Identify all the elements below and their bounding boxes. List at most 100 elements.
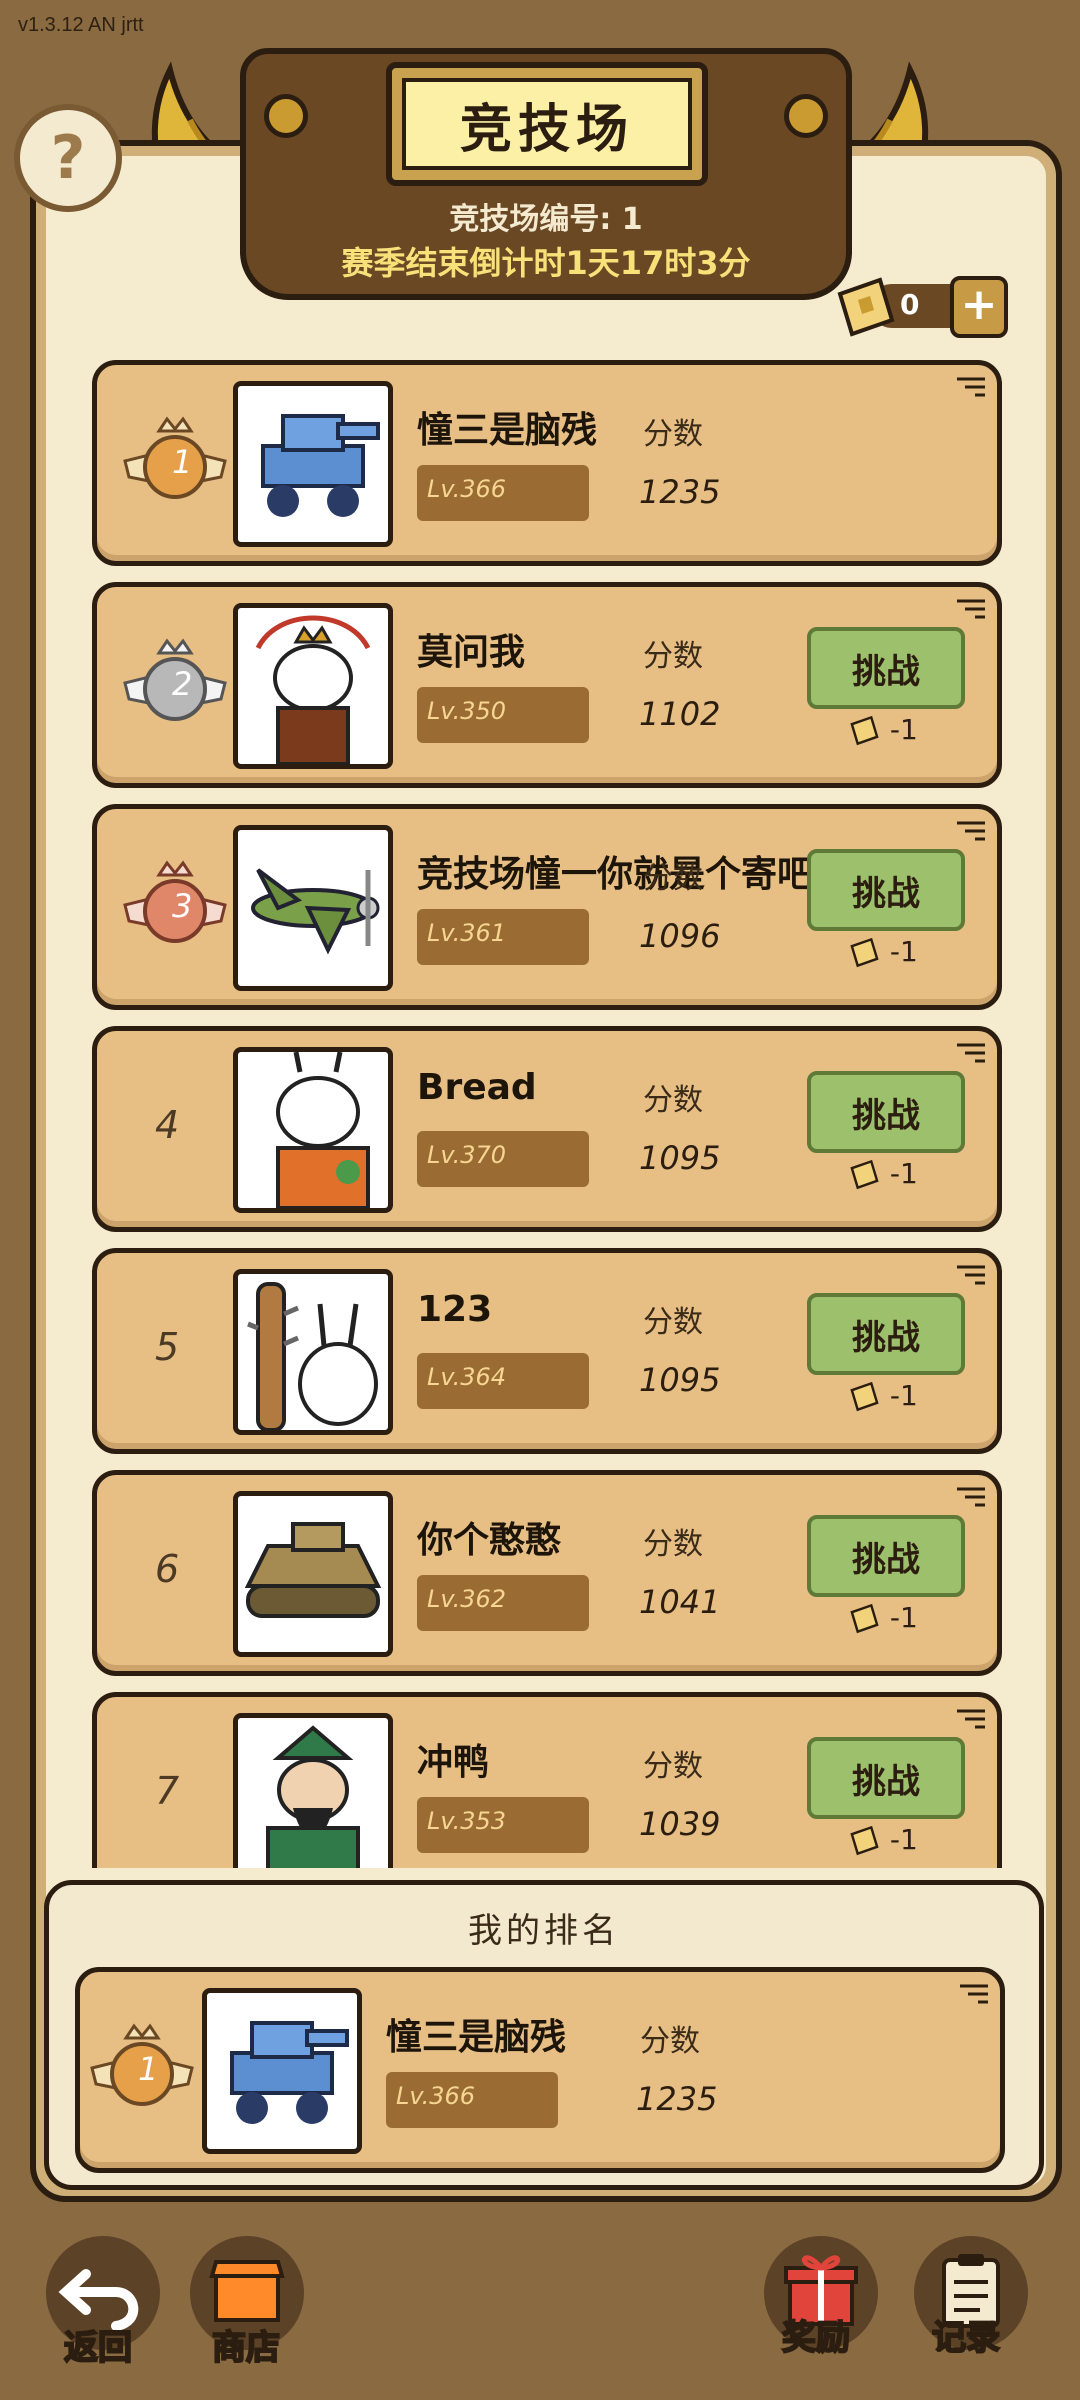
player-level: Lv.350: [427, 697, 507, 725]
challenge-cost: -1: [847, 713, 918, 747]
help-button[interactable]: ?: [14, 104, 122, 212]
avatar[interactable]: [233, 603, 393, 769]
rank-number: 7: [155, 1769, 180, 1813]
player-name: 冲鸭: [417, 1742, 490, 1783]
rank-card[interactable]: 5 123 Lv.364 分数 1095 挑战 -1: [92, 1248, 1002, 1454]
my-ranking-title: 我的排名: [468, 1911, 620, 1951]
ranking-list[interactable]: 1 憧三是脑残 Lv.366 分数 1235 2 莫问我 Lv.350 分数 1…: [0, 360, 1080, 1868]
avatar[interactable]: [233, 825, 393, 991]
challenge-cost: -1: [847, 1379, 918, 1413]
score-label: 分数: [643, 1083, 703, 1118]
player-level: Lv.366: [427, 475, 507, 503]
rewards-label[interactable]: 奖励: [781, 2310, 851, 2359]
player-level: Lv.370: [427, 1141, 507, 1169]
avatar[interactable]: [202, 1988, 362, 2154]
back-label[interactable]: 返回: [63, 2320, 133, 2369]
player-score: 1095: [639, 1139, 721, 1177]
khaki-tank-icon: [244, 1522, 382, 1618]
player-name: 你个憨憨: [417, 1520, 562, 1561]
challenge-cost: -1: [847, 1823, 918, 1857]
player-score: 1095: [639, 1361, 721, 1399]
avatar[interactable]: [233, 1713, 393, 1868]
player-score: 1235: [636, 2080, 718, 2118]
player-score: 1235: [639, 473, 721, 511]
avatar[interactable]: [233, 1047, 393, 1213]
rank-number: 2: [172, 665, 193, 703]
title-frame: 竞技场: [386, 62, 708, 186]
page-title: 竞技场: [402, 78, 692, 170]
green-plane-icon: [251, 868, 380, 955]
general-rabbit-icon: [266, 1725, 360, 1868]
version-label: v1.3.12 AN jrtt: [18, 14, 144, 36]
challenge-cost: -1: [847, 935, 918, 969]
chef-rabbit-icon: [276, 1052, 370, 1208]
rank-number: 3: [172, 887, 193, 925]
avatar[interactable]: [233, 1269, 393, 1435]
ticket-icon: [850, 1825, 879, 1856]
player-level: Lv.364: [427, 1363, 507, 1391]
my-rank-card[interactable]: 1 憧三是脑残 Lv.366 分数 1235: [75, 1967, 1005, 2173]
records-label[interactable]: 记录: [931, 2310, 1001, 2359]
player-level: Lv.366: [396, 2082, 476, 2110]
rank-card[interactable]: 4 Bread Lv.370 分数 1095 挑战 -1: [92, 1026, 1002, 1232]
club-rabbit-icon: [247, 1282, 378, 1430]
question-icon: ?: [50, 123, 86, 193]
rank-number: 6: [155, 1547, 180, 1591]
challenge-cost: -1: [847, 1157, 918, 1191]
player-score: 1096: [639, 917, 721, 955]
cost-value: -1: [889, 1157, 918, 1190]
shop-label[interactable]: 商店: [211, 2320, 281, 2369]
player-name: 123: [417, 1289, 493, 1330]
player-name: 莫问我: [417, 632, 526, 673]
ticket-icon: [850, 1381, 879, 1412]
player-name: 竞技场憧一你就是个寄吧: [417, 854, 814, 895]
challenge-button[interactable]: 挑战: [807, 1515, 965, 1597]
ticket-counter: 0 +: [830, 276, 1010, 338]
rank-number: 5: [155, 1325, 180, 1369]
rank-number: 1: [138, 2050, 159, 2088]
monkey-king-rabbit-icon: [255, 615, 371, 764]
player-score: 1102: [639, 695, 721, 733]
add-ticket-button[interactable]: +: [950, 276, 1008, 338]
score-label: 分数: [643, 1305, 703, 1340]
challenge-cost: -1: [847, 1601, 918, 1635]
ticket-icon: [850, 715, 879, 746]
player-name: Bread: [417, 1067, 537, 1108]
ticket-icon: [837, 277, 895, 337]
score-label: 分数: [643, 1527, 703, 1562]
corner-fold-icon: [957, 377, 985, 397]
ticket-icon: [850, 1603, 879, 1634]
rank-card[interactable]: 1 憧三是脑残 Lv.366 分数 1235: [92, 360, 1002, 566]
challenge-button[interactable]: 挑战: [807, 1293, 965, 1375]
bolt-icon: [784, 94, 828, 138]
challenge-button[interactable]: 挑战: [807, 627, 965, 709]
challenge-button[interactable]: 挑战: [807, 1071, 965, 1153]
cost-value: -1: [889, 713, 918, 746]
ticket-icon: [850, 937, 879, 968]
rank-number: 4: [155, 1103, 180, 1147]
rank-number: 1: [172, 443, 193, 481]
avatar[interactable]: [233, 381, 393, 547]
rank-card[interactable]: 3 竞技场憧一你就是个寄吧 Lv.361 分数 1096 挑战 -1: [92, 804, 1002, 1010]
my-ranking-panel: 我的排名 1 憧三是脑残 Lv.366 分数 1235: [44, 1880, 1044, 2190]
rank-card[interactable]: 2 莫问我 Lv.350 分数 1102 挑战 -1: [92, 582, 1002, 788]
cost-value: -1: [889, 1379, 918, 1412]
score-label: 分数: [643, 417, 703, 452]
arena-number: 竞技场编号: 1: [449, 202, 643, 237]
ticket-count: 0: [900, 288, 920, 321]
challenge-button[interactable]: 挑战: [807, 849, 965, 931]
corner-fold-icon: [960, 1984, 988, 2004]
player-score: 1041: [639, 1583, 721, 1621]
challenge-button[interactable]: 挑战: [807, 1737, 965, 1819]
title-plaque: 竞技场 竞技场编号: 1 赛季结束倒计时1天17时3分: [240, 48, 852, 300]
player-level: Lv.361: [427, 919, 507, 947]
player-level: Lv.362: [427, 1585, 507, 1613]
score-label: 分数: [640, 2024, 700, 2059]
avatar[interactable]: [233, 1491, 393, 1657]
rank-card[interactable]: 7 冲鸭 Lv.353 分数 1039 挑战 -1: [92, 1692, 1002, 1868]
score-label: 分数: [643, 1749, 703, 1784]
rank-card[interactable]: 6 你个憨憨 Lv.362 分数 1041 挑战 -1: [92, 1470, 1002, 1676]
player-name: 憧三是脑残: [417, 410, 598, 451]
ticket-icon: [850, 1159, 879, 1190]
cost-value: -1: [889, 935, 918, 968]
